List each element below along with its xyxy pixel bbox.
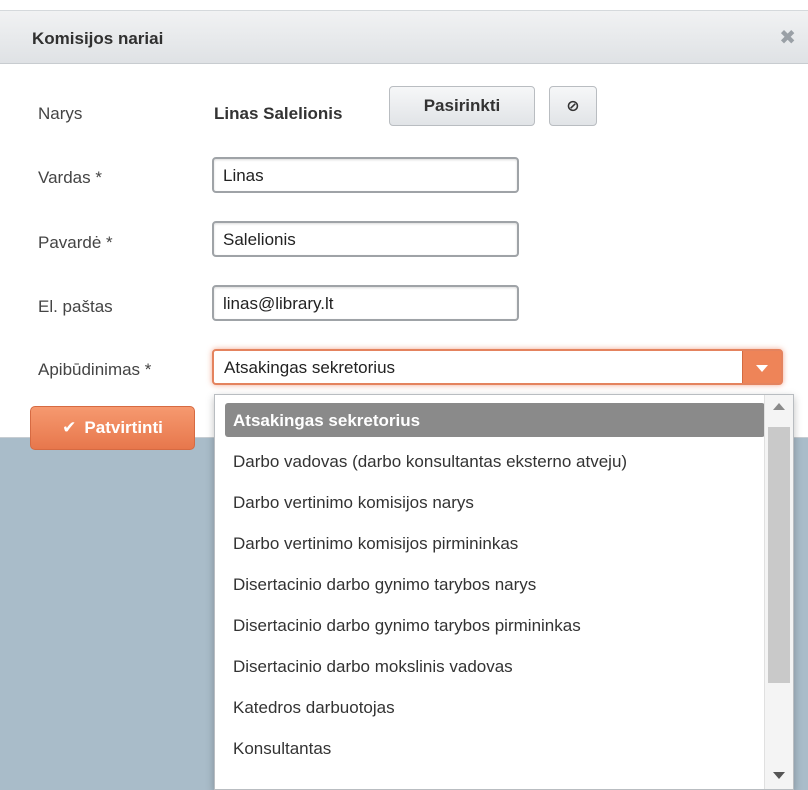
last-name-label: Pavardė * bbox=[38, 233, 113, 252]
dialog: Komisijos nariai ✖ Narys Linas Salelioni… bbox=[0, 0, 808, 450]
choose-member-button[interactable]: Pasirinkti bbox=[389, 86, 535, 126]
confirm-button-label: Patvirtinti bbox=[84, 418, 163, 437]
member-value: Linas Salelionis bbox=[214, 104, 343, 123]
dropdown-option[interactable]: Atsakingas sekretorius bbox=[225, 403, 765, 437]
first-name-input[interactable]: Linas bbox=[212, 157, 519, 193]
role-select-value: Atsakingas sekretorius bbox=[224, 358, 396, 377]
dropdown-option[interactable]: Konsultantas bbox=[225, 731, 765, 765]
clear-member-button[interactable]: ⊘ bbox=[549, 86, 597, 126]
check-icon: ✔ bbox=[62, 418, 77, 437]
dialog-titlebar: Komisijos nariai ✖ bbox=[0, 10, 808, 64]
dialog-title: Komisijos nariai bbox=[32, 29, 164, 48]
dropdown-option[interactable]: Disertacinio darbo mokslinis vadovas bbox=[225, 649, 765, 683]
scroll-up-icon[interactable] bbox=[773, 403, 785, 410]
role-label: Apibūdinimas * bbox=[38, 360, 152, 379]
first-name-label: Vardas * bbox=[38, 168, 102, 187]
dropdown-option[interactable]: Disertacinio darbo gynimo tarybos pirmin… bbox=[225, 608, 765, 642]
dropdown-scrollbar[interactable] bbox=[764, 395, 793, 789]
dropdown-option[interactable]: Darbo vertinimo komisijos narys bbox=[225, 485, 765, 519]
chevron-down-icon[interactable] bbox=[742, 351, 781, 383]
role-dropdown-list: Atsakingas sekretorius Darbo vadovas (da… bbox=[214, 394, 794, 790]
confirm-button[interactable]: ✔ Patvirtinti bbox=[30, 406, 195, 450]
role-select[interactable]: Atsakingas sekretorius bbox=[212, 349, 783, 385]
last-name-input[interactable]: Salelionis bbox=[212, 221, 519, 257]
dropdown-option[interactable]: Darbo vertinimo komisijos pirmininkas bbox=[225, 526, 765, 560]
close-icon[interactable]: ✖ bbox=[779, 25, 796, 50]
email-input[interactable]: linas@library.lt bbox=[212, 285, 519, 321]
scrollbar-thumb[interactable] bbox=[768, 427, 790, 683]
scroll-down-icon[interactable] bbox=[773, 772, 785, 779]
dropdown-option[interactable]: Disertacinio darbo gynimo tarybos narys bbox=[225, 567, 765, 601]
dropdown-option[interactable]: Katedros darbuotojas bbox=[225, 690, 765, 724]
clear-icon: ⊘ bbox=[566, 98, 580, 115]
dropdown-option[interactable]: Darbo vadovas (darbo konsultantas ekster… bbox=[225, 444, 765, 478]
email-label: El. paštas bbox=[38, 297, 113, 316]
member-label: Narys bbox=[38, 104, 83, 123]
